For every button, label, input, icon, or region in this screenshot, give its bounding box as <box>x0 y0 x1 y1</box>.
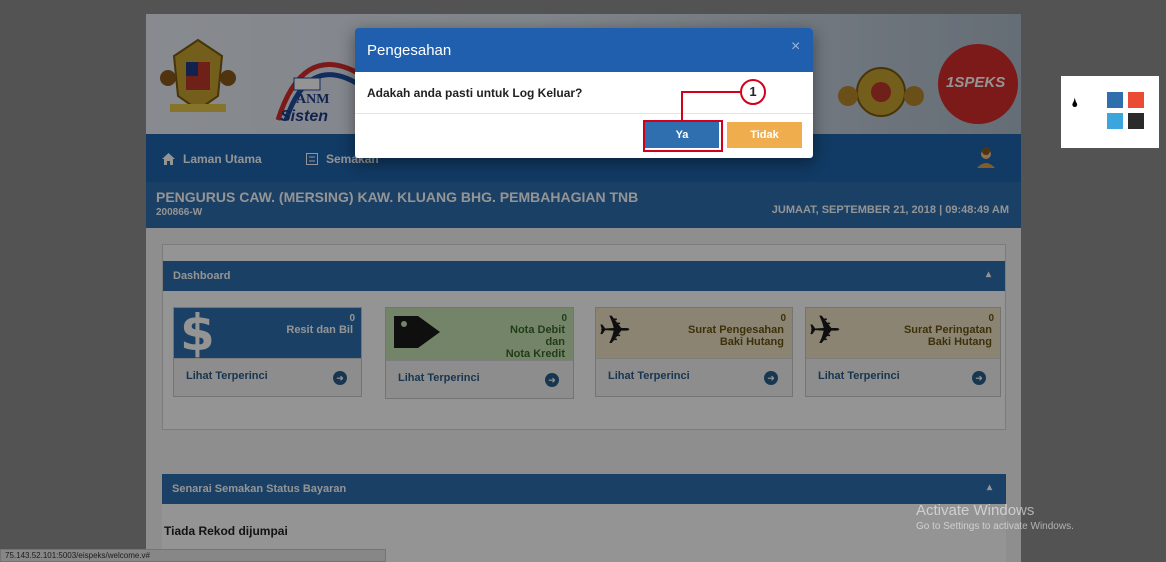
color-swatch-red[interactable] <box>1128 92 1144 108</box>
windows-activation-watermark: Activate Windows Go to Settings to activ… <box>916 502 1074 532</box>
step-highlight-box <box>643 120 723 152</box>
close-icon[interactable]: × <box>791 38 800 56</box>
watermark-line-2: Go to Settings to activate Windows. <box>916 521 1074 532</box>
color-palette-widget: 🌢 <box>1061 76 1159 148</box>
droplet-icon[interactable]: 🌢 <box>1071 96 1079 111</box>
step-connector-line <box>681 91 740 121</box>
dialog-message: Adakah anda pasti untuk Log Keluar? <box>367 86 583 100</box>
color-swatch-light-blue[interactable] <box>1107 113 1123 129</box>
color-swatch-blue[interactable] <box>1107 92 1123 108</box>
watermark-line-1: Activate Windows <box>916 502 1035 519</box>
step-number-badge: 1 <box>740 79 766 105</box>
confirm-no-button[interactable]: Tidak <box>727 122 802 148</box>
color-swatch-dark[interactable] <box>1128 113 1144 129</box>
dialog-header: Pengesahan × <box>355 28 813 72</box>
dialog-title: Pengesahan <box>367 42 452 59</box>
